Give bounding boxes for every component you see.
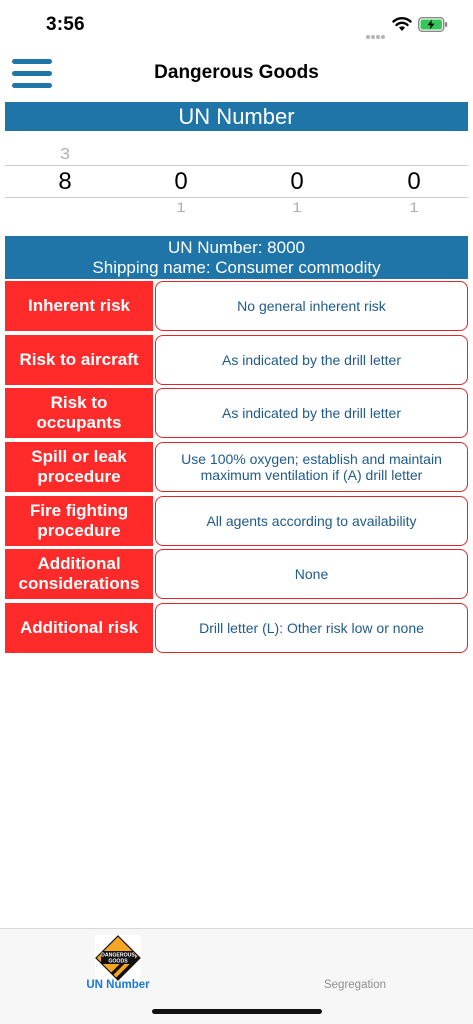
row-label: Additional risk — [5, 603, 153, 654]
picker-digit-current: 0 — [174, 168, 188, 195]
row-label: Additional considerations — [5, 549, 153, 600]
tab-segregation[interactable]: Segregation — [237, 929, 473, 999]
row-value: As indicated by the drill letter — [155, 388, 468, 439]
tab-segregation-label: Segregation — [323, 979, 387, 991]
picker-digit-below: 1 — [409, 200, 419, 216]
row-value: Use 100% oxygen; establish and maintain … — [155, 442, 468, 493]
row-label: Spill or leak procedure — [5, 442, 153, 493]
shipping-info-header: UN Number: 8000 Shipping name: Consumer … — [5, 236, 468, 279]
row-label: Inherent risk — [5, 281, 153, 331]
row-value: No general inherent risk — [155, 281, 468, 331]
cellular-signal-icon — [366, 26, 388, 39]
risk-row-considerations: Additional considerations None — [5, 549, 468, 600]
row-label: Risk to occupants — [5, 388, 153, 439]
status-bar: 3:56 — [0, 0, 473, 52]
tab-un-number[interactable]: DANGEROUS GOODS UN Number — [0, 929, 236, 999]
risk-table: Inherent risk No general inherent risk R… — [5, 281, 468, 657]
risk-row-fire-fighting: Fire fighting procedure All agents accor… — [5, 495, 468, 546]
dangerous-goods-icon: DANGEROUS GOODS — [95, 935, 141, 981]
page-title: Dangerous Goods — [154, 62, 319, 83]
un-number-picker[interactable]: 3 8 0 1 0 1 0 1 — [0, 138, 473, 228]
picker-digit-current: 0 — [407, 168, 421, 195]
risk-row-occupants: Risk to occupants As indicated by the dr… — [5, 388, 468, 439]
status-time: 3:56 — [46, 14, 85, 35]
row-value: As indicated by the drill letter — [155, 334, 468, 385]
wifi-icon — [392, 17, 412, 31]
picker-digit-above: 3 — [59, 145, 70, 163]
row-label: Fire fighting procedure — [5, 495, 153, 546]
risk-row-inherent: Inherent risk No general inherent risk — [5, 281, 468, 331]
picker-digit-current: 8 — [58, 168, 72, 195]
picker-digit-below: 1 — [176, 200, 186, 216]
un-number-text: UN Number: 8000 — [167, 238, 305, 257]
picker-digit-below: 1 — [292, 200, 302, 216]
navigation-bar: Dangerous Goods — [0, 52, 473, 96]
row-label: Risk to aircraft — [5, 334, 153, 385]
home-indicator — [152, 1009, 322, 1014]
risk-row-additional: Additional risk Drill letter (L): Other … — [5, 603, 468, 654]
un-number-header: UN Number — [5, 102, 468, 131]
tab-un-number-label: UN Number — [86, 979, 150, 991]
risk-row-aircraft: Risk to aircraft As indicated by the dri… — [5, 334, 468, 385]
row-value: All agents according to availability — [155, 495, 468, 546]
svg-text:GOODS: GOODS — [108, 959, 128, 965]
picker-selection-line — [5, 165, 468, 166]
shipping-name-text: Shipping name: Consumer commodity — [92, 258, 381, 277]
picker-selection-line — [5, 197, 468, 198]
row-value: None — [155, 549, 468, 600]
battery-charging-icon — [418, 17, 448, 32]
row-value: Drill letter (L): Other risk low or none — [155, 603, 468, 654]
risk-row-spill: Spill or leak procedure Use 100% oxygen;… — [5, 442, 468, 493]
picker-digit-current: 0 — [290, 168, 304, 195]
